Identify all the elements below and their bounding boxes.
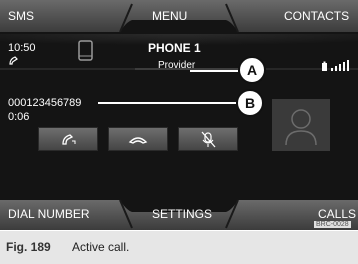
figure-number: Fig. 189 — [6, 240, 51, 254]
handset-icon — [9, 56, 18, 65]
call-duration: 0:06 — [8, 111, 30, 123]
caption-text: Active call. — [72, 240, 130, 254]
hang-up-icon — [128, 137, 148, 144]
callout-b: B — [236, 89, 264, 117]
tab-dial-number[interactable]: DIAL NUMBER — [8, 207, 90, 221]
battery-icon — [322, 63, 327, 71]
contact-avatar-icon — [285, 109, 317, 146]
mute-microphone-button[interactable] — [178, 127, 238, 151]
tab-menu[interactable]: MENU — [152, 9, 187, 23]
provider-name: Provider — [158, 60, 196, 71]
figure-caption: Fig. 189 Active call. — [0, 231, 358, 264]
tab-settings[interactable]: SETTINGS — [152, 207, 212, 221]
infotainment-screen: SMS MENU CONTACTS 10:50 PHONE 1 Provider… — [0, 0, 358, 230]
caller-number: 000123456789 — [8, 97, 82, 109]
battery-signal-status — [322, 60, 349, 71]
microphone-mute-icon — [201, 131, 216, 148]
phone-device-icon — [78, 40, 93, 61]
callout-a: A — [238, 56, 266, 84]
handset-transfer-icon — [62, 134, 76, 145]
transfer-call-button[interactable] — [38, 127, 98, 151]
phone-title: PHONE 1 — [148, 41, 201, 55]
signal-bars-icon — [331, 68, 333, 71]
status-time: 10:50 — [8, 42, 36, 54]
image-reference: BRC-0028 — [314, 221, 351, 228]
tab-sms[interactable]: SMS — [8, 9, 34, 23]
contact-photo — [272, 99, 330, 151]
hang-up-button[interactable] — [108, 127, 168, 151]
tab-calls[interactable]: CALLS — [318, 207, 356, 221]
tab-contacts[interactable]: CONTACTS — [284, 9, 349, 23]
